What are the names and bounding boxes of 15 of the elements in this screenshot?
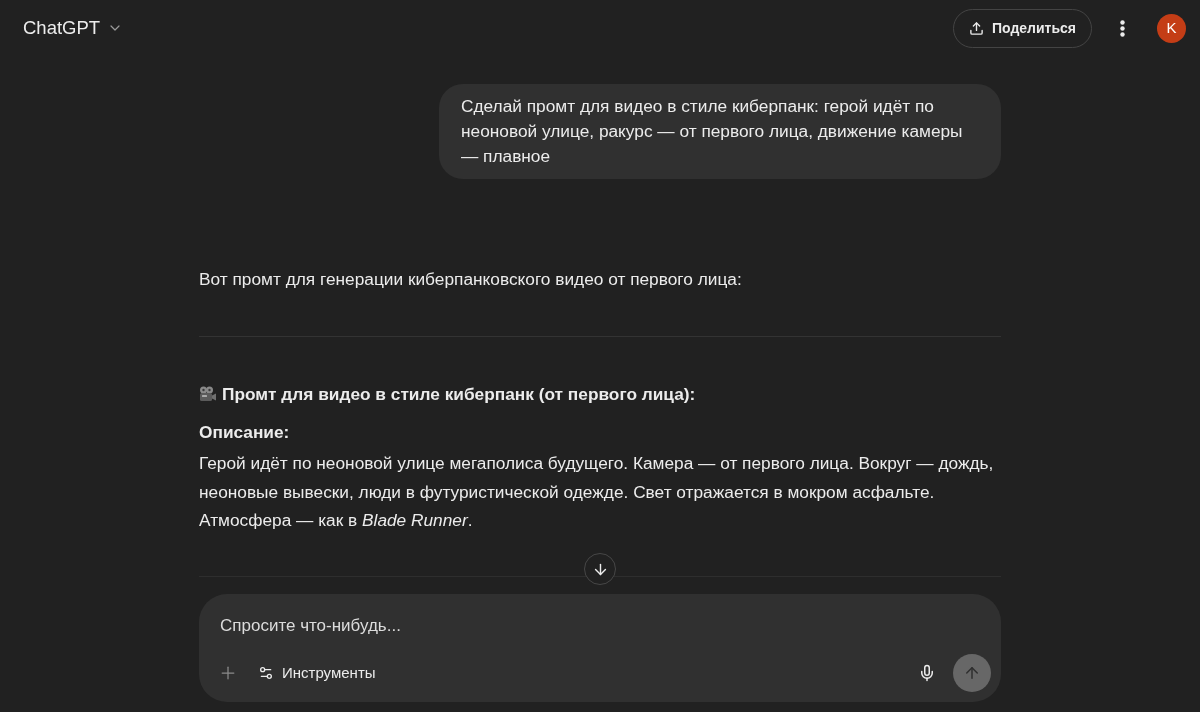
message-input[interactable]: Спросите что-нибудь... [220,614,980,638]
model-selector[interactable]: ChatGPT [14,8,133,48]
sliders-icon [258,665,274,681]
description-label: Описание: [199,421,291,444]
section-heading: Промт для видео в стиле киберпанк (от первого лица): [222,383,696,406]
movie-camera-icon [199,386,216,402]
user-message-bubble: Сделай промт для видео в стиле киберпанк: герой идёт по неоновой улице, ракурс — от первого лица, движение камеры — плавное [439,84,1001,179]
microphone-icon [918,664,936,682]
message-text: Вот промт для генерации киберпанковского видео от первого лица: [199,268,743,291]
description-text: Герой идёт по неоновой улице мегаполиса будущего. Камера — от первого лица. Вокруг — дождь, неоновые вывески, люди в футуристической одежде. Свет отражается в мокром асфальте. Атмосфера — как в Blade Runner. [199,452,995,532]
scroll-down-button[interactable] [584,553,616,585]
more-options-icon [1119,19,1125,37]
avatar-button[interactable]: K [1157,13,1186,43]
tools-button[interactable]: Инструменты [248,655,386,691]
upload-icon [968,20,984,36]
